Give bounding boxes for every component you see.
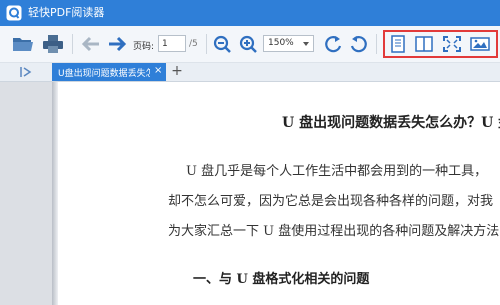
app-logo bbox=[6, 5, 22, 21]
document-page: U 盘出现问题数据丢失怎么办？U 盘 U 盘几乎是每个人工作生活中都会用到的一种… bbox=[58, 82, 500, 305]
app-title: 轻快PDF阅读器 bbox=[28, 6, 105, 19]
tab-document[interactable]: U盘出现问题数据丢失怎... × bbox=[52, 63, 166, 81]
rotate-right-icon[interactable] bbox=[348, 34, 370, 54]
arrow-right-icon[interactable] bbox=[106, 34, 128, 54]
arrow-left-icon[interactable] bbox=[80, 34, 102, 54]
page-label: 页码: bbox=[133, 42, 155, 52]
document-title: U 盘出现问题数据丢失怎么办？U 盘 bbox=[282, 115, 500, 131]
toolbar-separator bbox=[376, 34, 377, 54]
rotate-left-icon[interactable] bbox=[322, 34, 344, 54]
tab-bar: U盘出现问题数据丢失怎... × + bbox=[0, 63, 500, 82]
title-bar: 轻快PDF阅读器 bbox=[0, 0, 500, 26]
print-icon[interactable] bbox=[42, 34, 64, 54]
paragraph-line: U 盘几乎是每个人工作生活中都会用到的一种工具， bbox=[186, 164, 488, 179]
open-folder-icon[interactable] bbox=[12, 34, 34, 54]
close-icon[interactable]: × bbox=[154, 65, 162, 77]
zoom-value: 150% bbox=[268, 38, 294, 48]
section-heading: 一、与 U 盘格式化相关的问题 bbox=[193, 272, 370, 287]
page-number-input[interactable] bbox=[158, 35, 186, 52]
new-tab-button[interactable]: + bbox=[170, 63, 184, 81]
sidebar bbox=[0, 82, 52, 305]
toolbar-separator bbox=[72, 34, 73, 54]
zoom-in-icon[interactable] bbox=[238, 34, 260, 54]
panel-toggle-icon[interactable] bbox=[19, 66, 33, 78]
paragraph-line: 为大家汇总一下 U 盘使用过程出现的各种问题及解决方法 bbox=[168, 224, 500, 239]
chevron-down-icon bbox=[303, 42, 309, 46]
paragraph-line: 却不怎么可爱，因为它总是会出现各种各样的问题，对我 bbox=[168, 194, 494, 209]
toolbar-separator bbox=[206, 34, 207, 54]
zoom-out-icon[interactable] bbox=[212, 34, 234, 54]
page-total: /5 bbox=[189, 39, 198, 49]
zoom-select[interactable]: 150% bbox=[263, 35, 314, 52]
tab-document-label: U盘出现问题数据丢失怎... bbox=[58, 69, 150, 79]
view-mode-highlight-box bbox=[383, 30, 498, 58]
